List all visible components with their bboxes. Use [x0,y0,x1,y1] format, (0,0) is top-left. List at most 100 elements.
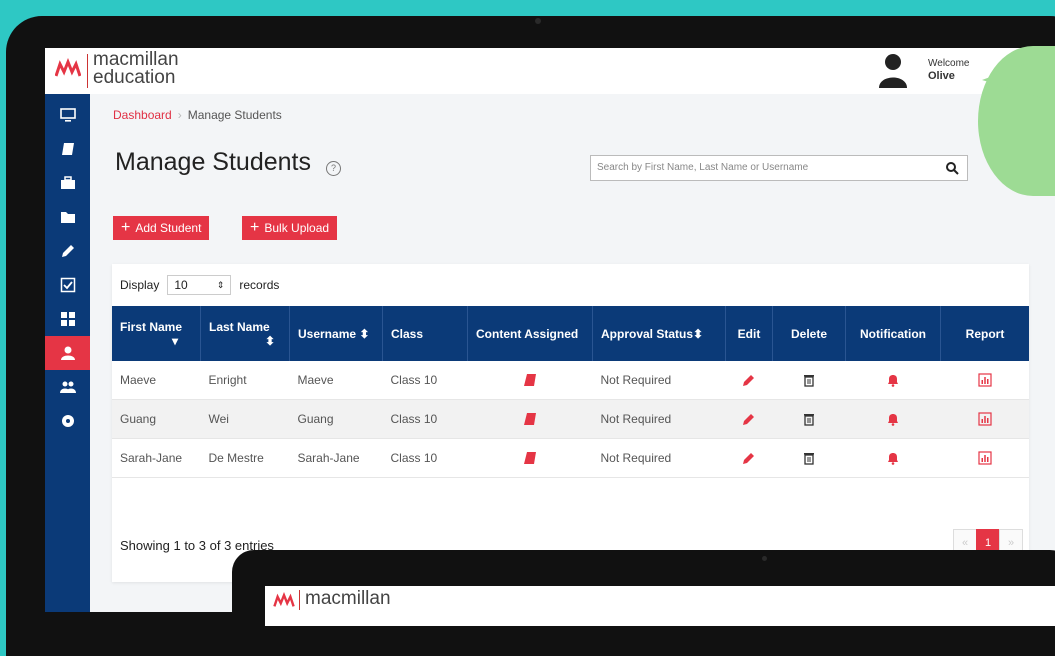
breadcrumb-separator: › [177,108,182,122]
sort-icon: ⬍ [265,333,276,348]
camera-dot [535,18,541,24]
user-avatar-icon[interactable] [878,52,908,88]
circle-icon [61,415,74,427]
plus-icon: + [250,219,260,236]
header-report: Report [940,306,1029,361]
cell-content-assigned [467,438,593,478]
table-row: Maeve Enright Maeve Class 10 Not Require… [112,361,1029,400]
welcome-block[interactable]: Welcome Olive [928,58,970,83]
cell-delete [772,438,846,478]
book-icon[interactable] [523,412,537,426]
sidebar-item-settings[interactable] [45,404,90,438]
brand-logo[interactable]: macmillan education [93,50,179,88]
bell-icon[interactable] [886,373,900,388]
top-bar: macmillan education Welcome Olive [45,48,1055,95]
sidebar-item-folder[interactable] [45,200,90,234]
bar-chart-icon[interactable] [978,451,992,466]
second-laptop-screen: macmillan [265,586,1055,626]
cell-notification [845,361,941,400]
header-username[interactable]: Username ⬍ [289,306,383,361]
search-box [590,155,968,181]
cell-last-name: Enright [200,361,290,400]
book-icon[interactable] [523,373,537,387]
trash-icon[interactable] [802,412,816,427]
trash-icon[interactable] [802,451,816,466]
search-icon[interactable] [945,161,959,175]
macmillan-logo-icon [55,58,81,77]
header-class: Class [382,306,468,361]
sidebar-item-books[interactable] [45,132,90,166]
search-input[interactable] [591,156,933,178]
cell-class: Class 10 [382,399,468,439]
cell-report [940,399,1029,439]
bell-icon[interactable] [886,451,900,466]
records-per-page: Display 10 ⇕ records [120,275,279,295]
sidebar-item-tasks[interactable] [45,268,90,302]
pencil-icon[interactable] [742,412,756,426]
bar-chart-icon[interactable] [978,412,992,427]
pencil-icon[interactable] [742,451,756,465]
brand-line-2: education [93,67,176,88]
trash-icon[interactable] [802,373,816,388]
records-select[interactable]: 10 ⇕ [167,275,232,295]
plus-icon: + [121,219,131,236]
cell-username: Maeve [289,361,383,400]
header-last-name[interactable]: Last Name ⬍ [200,306,290,361]
user-icon [60,346,75,360]
briefcase-icon [60,176,75,189]
cell-content-assigned [467,399,593,439]
user-name: Olive [928,70,955,82]
bell-icon[interactable] [886,412,900,427]
cell-class: Class 10 [382,438,468,478]
bulk-upload-button[interactable]: + Bulk Upload [242,216,338,240]
sort-icon: ⬍ [359,326,370,341]
sort-arrows-icon: ⇕ [216,279,225,290]
students-table-card: Display 10 ⇕ records First Name ▾ Last Na… [112,264,1029,582]
breadcrumb-current: Manage Students [187,108,282,122]
main-content: Dashboard › Manage Students Manage Student… [90,94,1055,612]
second-camera-dot [762,556,767,561]
cell-class: Class 10 [382,361,468,400]
cell-first-name: Sarah-Jane [112,438,201,478]
header-edit: Edit [725,306,773,361]
cell-username: Sarah-Jane [289,438,383,478]
header-delete: Delete [772,306,846,361]
sidebar-item-grid[interactable] [45,302,90,336]
table-row: Sarah-Jane De Mestre Sarah-Jane Class 10… [112,438,1029,478]
table-row: Guang Wei Guang Class 10 Not Required [112,399,1029,439]
bar-chart-icon[interactable] [978,373,992,388]
help-icon[interactable]: ? [326,161,341,176]
book-icon[interactable] [523,451,537,465]
add-student-label: Add Student [135,221,202,235]
sidebar [45,94,90,612]
pencil-icon[interactable] [742,373,756,387]
cell-first-name: Maeve [112,361,201,400]
cell-approval-status: Not Required [592,399,726,439]
add-student-button[interactable]: + Add Student [113,216,210,240]
checkbox-icon [60,277,75,293]
cell-approval-status: Not Required [592,438,726,478]
cell-last-name: Wei [200,399,290,439]
cell-edit [725,438,773,478]
sort-desc-icon: ▾ [172,333,179,348]
breadcrumb-dashboard-link[interactable]: Dashboard [113,108,172,122]
cell-last-name: De Mestre [200,438,290,478]
header-approval-status[interactable]: Approval Status⬍ [592,306,726,361]
book-icon [61,143,74,155]
bulk-upload-label: Bulk Upload [264,221,330,235]
sidebar-item-edit[interactable] [45,234,90,268]
cell-edit [725,361,773,400]
sidebar-item-students[interactable] [45,336,90,370]
header-first-name[interactable]: First Name ▾ [112,306,201,361]
folder-icon [60,212,75,223]
sidebar-item-dashboard[interactable] [45,98,90,132]
header-content-assigned: Content Assigned [467,306,593,361]
students-table: First Name ▾ Last Name ⬍ Username ⬍ Class … [112,306,1029,478]
header-notification: Notification [845,306,941,361]
sidebar-item-groups[interactable] [45,370,90,404]
cell-delete [772,399,846,439]
sidebar-item-briefcase[interactable] [45,166,90,200]
macmillan-logo-icon [273,592,295,607]
logo-divider [87,54,88,88]
app-screen: macmillan education Welcome Olive Dashbo… [45,48,1055,612]
